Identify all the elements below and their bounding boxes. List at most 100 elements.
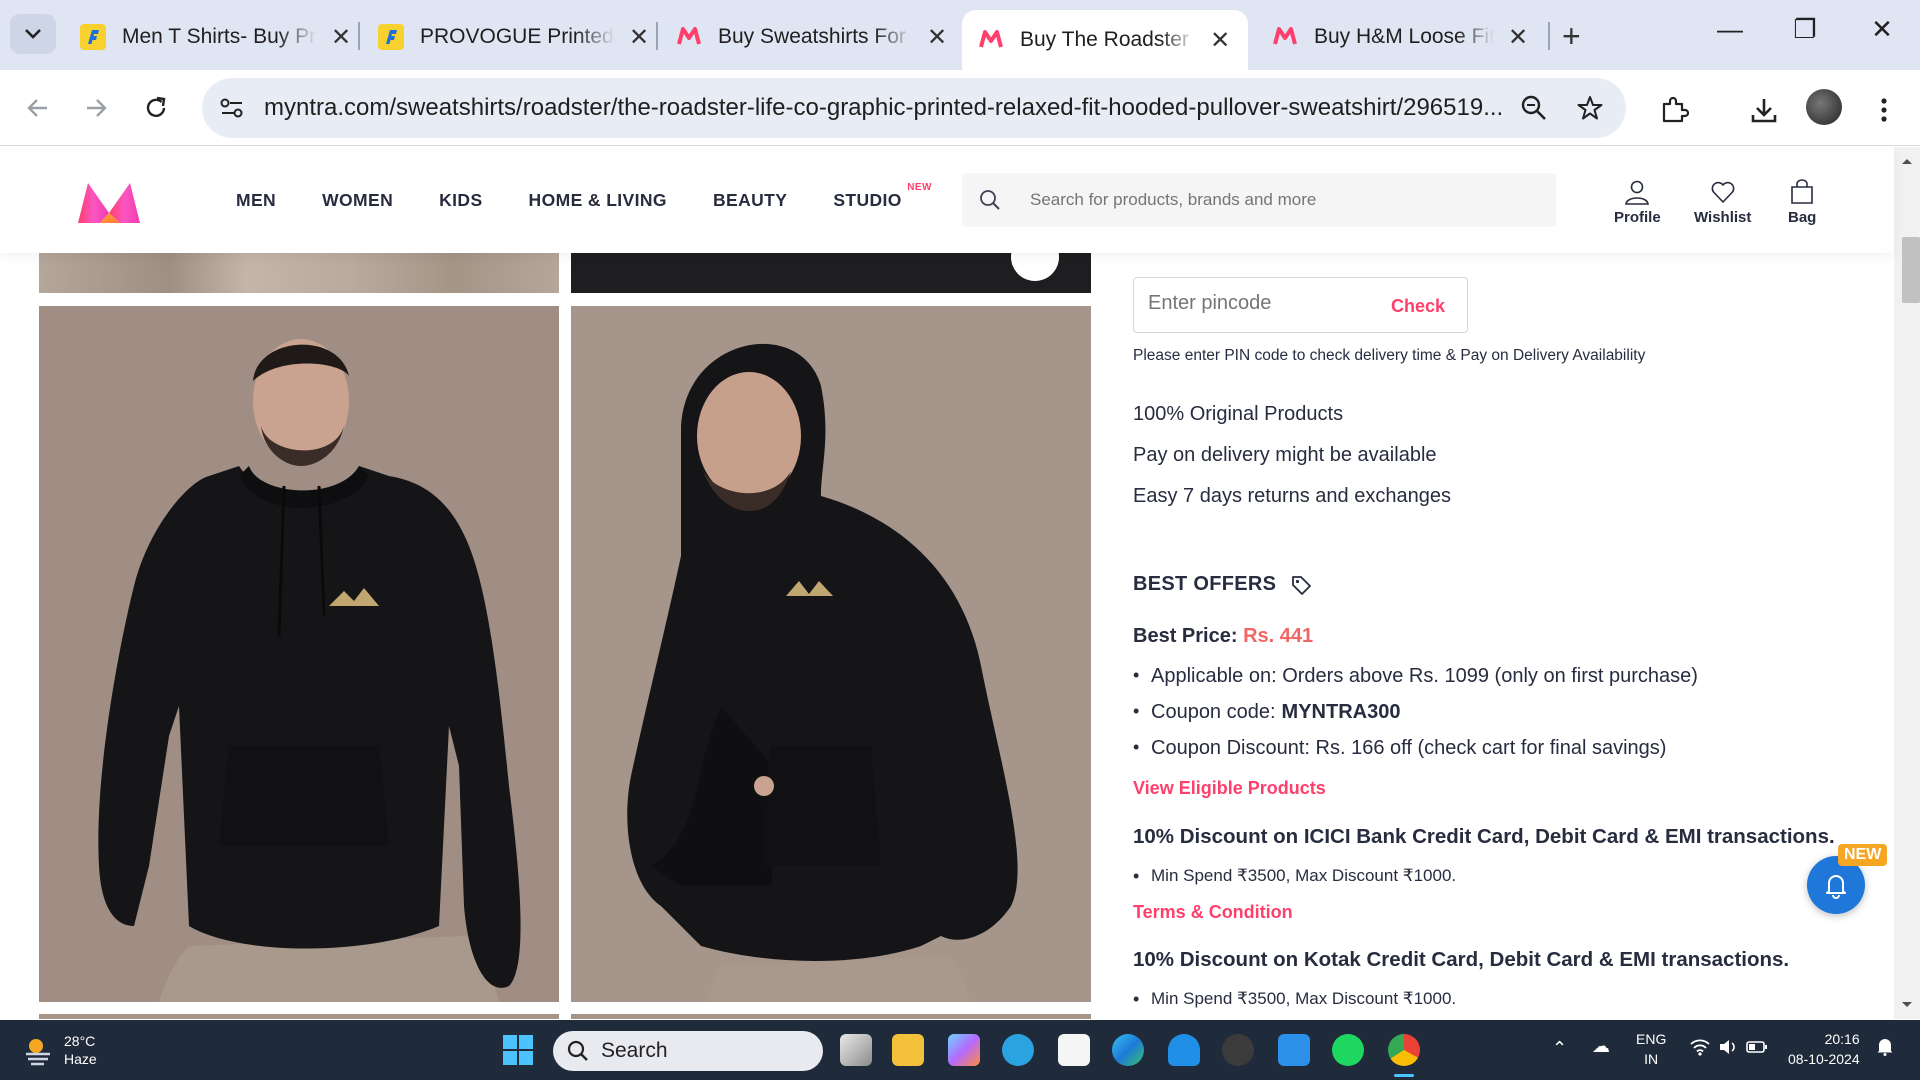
wifi-icon[interactable]	[1690, 1038, 1710, 1061]
kebab-menu-icon[interactable]	[1866, 92, 1902, 128]
browser-tab-5[interactable]: Buy H&M Loose Fit Hoodie ✕	[1256, 12, 1546, 62]
feature-pay-on-delivery: Pay on delivery might be available	[1133, 444, 1437, 466]
avatar[interactable]	[1806, 89, 1842, 125]
weather-widget[interactable]: 28°C Haze	[22, 1032, 97, 1068]
forward-button[interactable]	[76, 88, 116, 128]
taskbar-search-label: Search	[601, 1039, 668, 1062]
browser-tab-3[interactable]: Buy Sweatshirts For Men ✕	[660, 12, 965, 62]
product-image-top-left[interactable]	[39, 253, 559, 293]
bag-button[interactable]: Bag	[1788, 179, 1816, 226]
best-price-label: Best Price:	[1133, 625, 1238, 647]
system-clock[interactable]: 20:16 08-10-2024	[1788, 1029, 1860, 1069]
product-image-top-right[interactable]	[571, 253, 1091, 293]
nav-men[interactable]: MEN	[236, 190, 276, 211]
file-explorer-icon[interactable]	[892, 1034, 924, 1066]
taskbar-search[interactable]: Search	[553, 1031, 823, 1071]
edge-icon[interactable]	[1112, 1034, 1144, 1066]
language-code: ENG	[1636, 1031, 1667, 1047]
heart-icon	[1711, 181, 1735, 203]
browser-tab-4-active[interactable]: Buy The Roadster Life Co ✕	[962, 10, 1248, 70]
nav-beauty[interactable]: BEAUTY	[713, 190, 787, 211]
nav-women[interactable]: WOMEN	[322, 190, 393, 211]
restore-button[interactable]: ❐	[1775, 14, 1835, 45]
cloud-icon[interactable]: ☁	[1592, 1036, 1610, 1057]
close-icon[interactable]: ✕	[1506, 23, 1530, 52]
telegram-icon[interactable]	[1002, 1034, 1034, 1066]
volume-icon[interactable]	[1718, 1038, 1738, 1061]
bullet-dot: •	[1133, 665, 1140, 685]
notification-center-icon[interactable]	[1876, 1036, 1894, 1061]
back-arrow-icon	[27, 99, 47, 117]
best-offers-title: BEST OFFERS	[1133, 573, 1277, 595]
pincode-input[interactable]	[1148, 292, 1378, 315]
terms-condition-link[interactable]: Terms & Condition	[1133, 902, 1293, 923]
myntra-logo[interactable]	[76, 179, 142, 225]
view-eligible-products-link[interactable]: View Eligible Products	[1133, 778, 1326, 799]
close-icon[interactable]: ✕	[1208, 26, 1232, 55]
nav-kids[interactable]: KIDS	[439, 190, 482, 211]
tab-search-button[interactable]	[10, 14, 56, 54]
close-icon[interactable]: ✕	[627, 23, 651, 52]
profile-button[interactable]: Profile	[1614, 179, 1661, 226]
image-action-button[interactable]	[1011, 253, 1059, 281]
chevron-up-icon[interactable]: ⌃	[1552, 1038, 1567, 1059]
product-image-front[interactable]	[39, 306, 559, 1002]
search-input[interactable]	[1030, 187, 1530, 213]
nav-home-living[interactable]: HOME & LIVING	[529, 190, 667, 211]
onedrive-icon[interactable]	[1168, 1034, 1200, 1066]
chrome-icon[interactable]	[1388, 1034, 1420, 1066]
product-image-next-right[interactable]	[571, 1014, 1091, 1019]
icici-offer-title: 10% Discount on ICICI Bank Credit Card, …	[1133, 825, 1835, 848]
scroll-up-icon[interactable]	[1898, 155, 1916, 167]
tab-divider	[1548, 22, 1550, 50]
site-header: MEN WOMEN KIDS HOME & LIVING BEAUTY STUD…	[0, 147, 1894, 253]
copilot-icon[interactable]	[948, 1034, 980, 1066]
windows-start-icon[interactable]	[502, 1034, 534, 1066]
minimize-button[interactable]: —	[1700, 14, 1760, 45]
app-icon[interactable]	[1222, 1034, 1254, 1066]
bookmark-star-icon[interactable]	[1574, 92, 1606, 124]
back-button[interactable]	[18, 88, 58, 128]
reload-icon	[146, 96, 166, 117]
site-info-icon	[220, 98, 243, 118]
site-search-bar	[962, 173, 1556, 227]
new-tab-button[interactable]: +	[1562, 18, 1581, 55]
tab-title: PROVOGUE Printed Men	[420, 25, 615, 48]
offer-applicable-text: Applicable on: Orders above Rs. 1099 (on…	[1151, 665, 1698, 687]
zoom-icon[interactable]	[1518, 92, 1550, 124]
icici-offer-text: Min Spend ₹3500, Max Discount ₹1000.	[1151, 866, 1457, 885]
nav-studio-label: STUDIO	[833, 190, 902, 210]
page-scrollbar[interactable]	[1894, 147, 1920, 1019]
coupon-discount-text: Coupon Discount: Rs. 166 off (check cart…	[1151, 737, 1667, 759]
task-view-icon[interactable]	[840, 1034, 872, 1066]
scroll-down-icon[interactable]	[1898, 999, 1916, 1011]
close-icon[interactable]: ✕	[329, 23, 353, 52]
vscode-icon[interactable]	[1278, 1034, 1310, 1066]
battery-icon[interactable]	[1746, 1038, 1768, 1059]
check-pincode-button[interactable]: Check	[1391, 296, 1445, 317]
product-image-next-left[interactable]	[39, 1014, 559, 1019]
search-icon[interactable]	[962, 173, 1018, 227]
input-language[interactable]: ENG IN	[1636, 1029, 1666, 1069]
microsoft-store-icon[interactable]	[1058, 1034, 1090, 1066]
best-price: Best Price: Rs. 441	[1133, 625, 1313, 648]
offer-bullet-discount: • Coupon Discount: Rs. 166 off (check ca…	[1133, 737, 1666, 760]
wishlist-button[interactable]: Wishlist	[1694, 179, 1751, 226]
reload-button[interactable]	[136, 88, 176, 128]
web-page: MEN WOMEN KIDS HOME & LIVING BEAUTY STUD…	[0, 147, 1920, 1019]
nav-studio[interactable]: STUDIO NEW	[833, 182, 931, 211]
kotak-offer-title: 10% Discount on Kotak Credit Card, Debit…	[1133, 948, 1790, 971]
close-window-button[interactable]: ✕	[1852, 14, 1912, 45]
myntra-icon	[979, 30, 1003, 48]
browser-tab-2[interactable]: PROVOGUE Printed Men ✕	[362, 12, 667, 62]
product-image-side[interactable]	[571, 306, 1091, 1002]
scrollbar-thumb[interactable]	[1902, 237, 1920, 303]
spotify-icon[interactable]	[1332, 1034, 1364, 1066]
region-code: IN	[1644, 1051, 1659, 1067]
download-icon[interactable]	[1746, 92, 1782, 128]
close-icon[interactable]: ✕	[925, 23, 949, 52]
address-bar[interactable]: myntra.com/sweatshirts/roadster/the-road…	[202, 78, 1626, 138]
bullet-dot: •	[1133, 866, 1140, 886]
extensions-icon[interactable]	[1656, 92, 1692, 128]
browser-tab-1[interactable]: Men T Shirts- Buy Printed ✕	[64, 12, 369, 62]
